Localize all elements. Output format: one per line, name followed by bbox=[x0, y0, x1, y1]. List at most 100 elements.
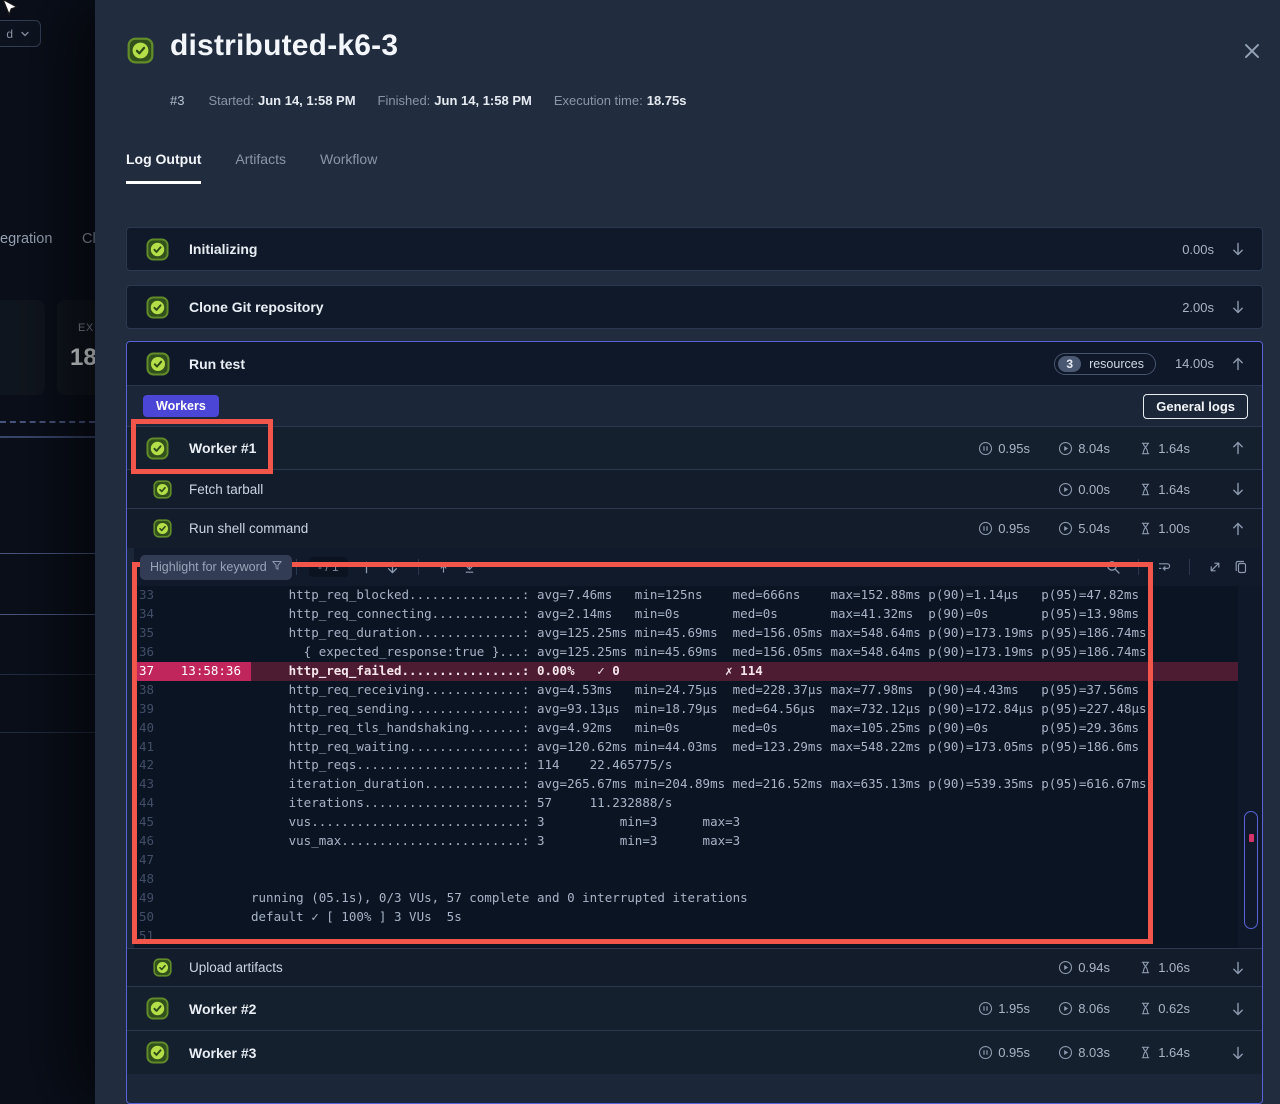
tab-workflow[interactable]: Workflow bbox=[320, 151, 377, 184]
log-scrollbar[interactable] bbox=[1244, 811, 1258, 929]
substep-row-run-shell-command[interactable]: Run shell command 0.95s 5.04s 1.00s bbox=[127, 508, 1262, 548]
previous-match-button[interactable] bbox=[354, 554, 380, 580]
step-label: Initializing bbox=[189, 241, 1124, 257]
background-card-value: 18 bbox=[70, 344, 97, 372]
step-section-run-test: Run test 3 resources 14.00s Workers Gene… bbox=[126, 341, 1263, 1104]
log-line: 41 http_req_waiting...............: avg=… bbox=[134, 738, 1238, 757]
tab-artifacts[interactable]: Artifacts bbox=[235, 151, 286, 184]
divider bbox=[0, 421, 95, 423]
log-line: 36 { expected_response:true }...: avg=12… bbox=[134, 643, 1238, 662]
collapse-button[interactable] bbox=[1214, 346, 1262, 382]
substep-success-icon bbox=[153, 958, 172, 977]
search-icon bbox=[1105, 559, 1121, 575]
match-counter: - / 1 bbox=[309, 557, 348, 577]
log-viewer: - / 1 33 http_req_blocke bbox=[134, 548, 1262, 948]
search-button[interactable] bbox=[1100, 554, 1126, 580]
worker-label: Worker #2 bbox=[189, 1001, 958, 1017]
worker-row-2[interactable]: Worker #2 1.95s 8.06s 0.62s bbox=[127, 986, 1262, 1030]
run-time: 8.06s bbox=[1058, 1001, 1118, 1016]
job-details-panel: distributed-k6-3 #3 Started:Jun 14, 1:58… bbox=[95, 0, 1280, 1104]
worker-label: Worker #3 bbox=[189, 1045, 958, 1061]
substep-row-upload-artifacts[interactable]: Upload artifacts 0.94s 1.06s bbox=[127, 948, 1262, 986]
scroll-to-top-button[interactable] bbox=[431, 554, 457, 580]
queue-time: 0.95s bbox=[978, 521, 1038, 536]
run-test-toolbar: Workers General logs bbox=[127, 386, 1262, 426]
collapse-button[interactable] bbox=[1214, 511, 1262, 547]
page: d egration Cl EX 18 distributed-k6-3 #3 … bbox=[0, 0, 1280, 1104]
expand-button[interactable] bbox=[1214, 950, 1262, 986]
collapse-button[interactable] bbox=[1214, 430, 1262, 466]
substep-label: Fetch tarball bbox=[189, 482, 958, 497]
close-icon bbox=[1241, 40, 1263, 62]
expand-button[interactable] bbox=[1214, 289, 1262, 325]
pause-circle-icon bbox=[978, 1045, 993, 1060]
log-line: 38 http_req_receiving.............: avg=… bbox=[134, 681, 1238, 700]
job-title: distributed-k6-3 bbox=[170, 29, 398, 63]
arrow-down-icon bbox=[1230, 960, 1246, 976]
background-dropdown-label: d bbox=[6, 27, 13, 41]
run-time: 0.94s bbox=[1058, 960, 1118, 975]
resources-label: resources bbox=[1089, 357, 1144, 371]
general-logs-button[interactable]: General logs bbox=[1143, 394, 1248, 419]
step-label: Run test bbox=[189, 356, 1054, 372]
worker-success-icon bbox=[146, 997, 169, 1020]
log-line: 49running (05.1s), 0/3 VUs, 57 complete … bbox=[134, 889, 1238, 908]
log-line: 45 vus............................: 3 mi… bbox=[134, 813, 1238, 832]
filter-icon bbox=[270, 558, 284, 577]
divider bbox=[296, 559, 297, 575]
step-row-clone-git[interactable]: Clone Git repository 2.00s bbox=[126, 285, 1263, 329]
tab-bar: Log Output Artifacts Workflow bbox=[126, 151, 377, 184]
expand-button[interactable] bbox=[1214, 991, 1262, 1027]
background-status-dropdown[interactable]: d bbox=[0, 20, 41, 47]
arrow-down-icon bbox=[1230, 481, 1246, 497]
expand-diagonal-icon bbox=[1207, 559, 1223, 575]
tab-log-output[interactable]: Log Output bbox=[126, 151, 201, 184]
log-line: 50default ✓ [ 100% ] 3 VUs 5s bbox=[134, 908, 1238, 927]
step-row-initializing[interactable]: Initializing 0.00s bbox=[126, 227, 1263, 271]
arrow-up-icon bbox=[1230, 440, 1246, 456]
arrow-down-icon bbox=[1230, 241, 1246, 257]
log-line: 43 iteration_duration.............: avg=… bbox=[134, 775, 1238, 794]
hourglass-icon bbox=[1138, 441, 1153, 456]
workers-tab-badge[interactable]: Workers bbox=[143, 395, 219, 417]
copy-log-button[interactable] bbox=[1228, 554, 1254, 580]
worker-label: Worker #1 bbox=[189, 440, 958, 456]
substep-success-icon bbox=[153, 519, 172, 538]
worker-row-3[interactable]: Worker #3 0.95s 8.03s 1.64s bbox=[127, 1030, 1262, 1074]
substep-row-fetch-tarball[interactable]: Fetch tarball 0.00s 1.64s bbox=[127, 469, 1262, 508]
scroll-to-bottom-button[interactable] bbox=[457, 554, 483, 580]
expand-button[interactable] bbox=[1214, 231, 1262, 267]
step-duration: 2.00s bbox=[1182, 300, 1214, 315]
arrow-up-icon bbox=[1230, 356, 1246, 372]
expand-log-button[interactable] bbox=[1202, 554, 1228, 580]
finished-at: Finished:Jun 14, 1:58 PM bbox=[378, 93, 532, 108]
close-button[interactable] bbox=[1240, 40, 1264, 64]
expand-button[interactable] bbox=[1214, 1035, 1262, 1071]
play-circle-icon bbox=[1058, 960, 1073, 975]
log-line: 46 vus_max........................: 3 mi… bbox=[134, 832, 1238, 851]
chevron-down-icon bbox=[19, 28, 31, 40]
log-lines: 33 http_req_blocked...............: avg=… bbox=[134, 586, 1238, 948]
arrow-down-icon bbox=[1230, 1045, 1246, 1061]
wrap-lines-button[interactable] bbox=[1151, 554, 1177, 580]
log-line: 40 http_req_tls_handshaking.......: avg=… bbox=[134, 719, 1238, 738]
next-match-button[interactable] bbox=[380, 554, 406, 580]
step-row-run-test[interactable]: Run test 3 resources 14.00s bbox=[127, 342, 1262, 386]
divider bbox=[0, 436, 95, 438]
total-time: 1.64s bbox=[1138, 1045, 1214, 1060]
scrollbar-error-marker bbox=[1249, 834, 1254, 842]
total-time: 1.06s bbox=[1138, 960, 1214, 975]
run-time: 8.04s bbox=[1058, 441, 1118, 456]
wrap-text-icon bbox=[1156, 559, 1172, 575]
divider bbox=[0, 732, 95, 733]
worker-row-1[interactable]: Worker #1 0.95s 8.04s 1.64s bbox=[127, 426, 1262, 469]
expand-button[interactable] bbox=[1214, 471, 1262, 507]
background-tab-truncated-2: Cl bbox=[82, 231, 96, 247]
log-line: 48 bbox=[134, 870, 1238, 889]
hourglass-icon bbox=[1138, 1045, 1153, 1060]
job-success-icon bbox=[127, 37, 154, 64]
queue-time: 0.95s bbox=[978, 1045, 1038, 1060]
arrow-to-top-icon bbox=[436, 560, 451, 575]
step-success-icon bbox=[146, 352, 170, 376]
worker-success-icon bbox=[146, 1041, 169, 1064]
